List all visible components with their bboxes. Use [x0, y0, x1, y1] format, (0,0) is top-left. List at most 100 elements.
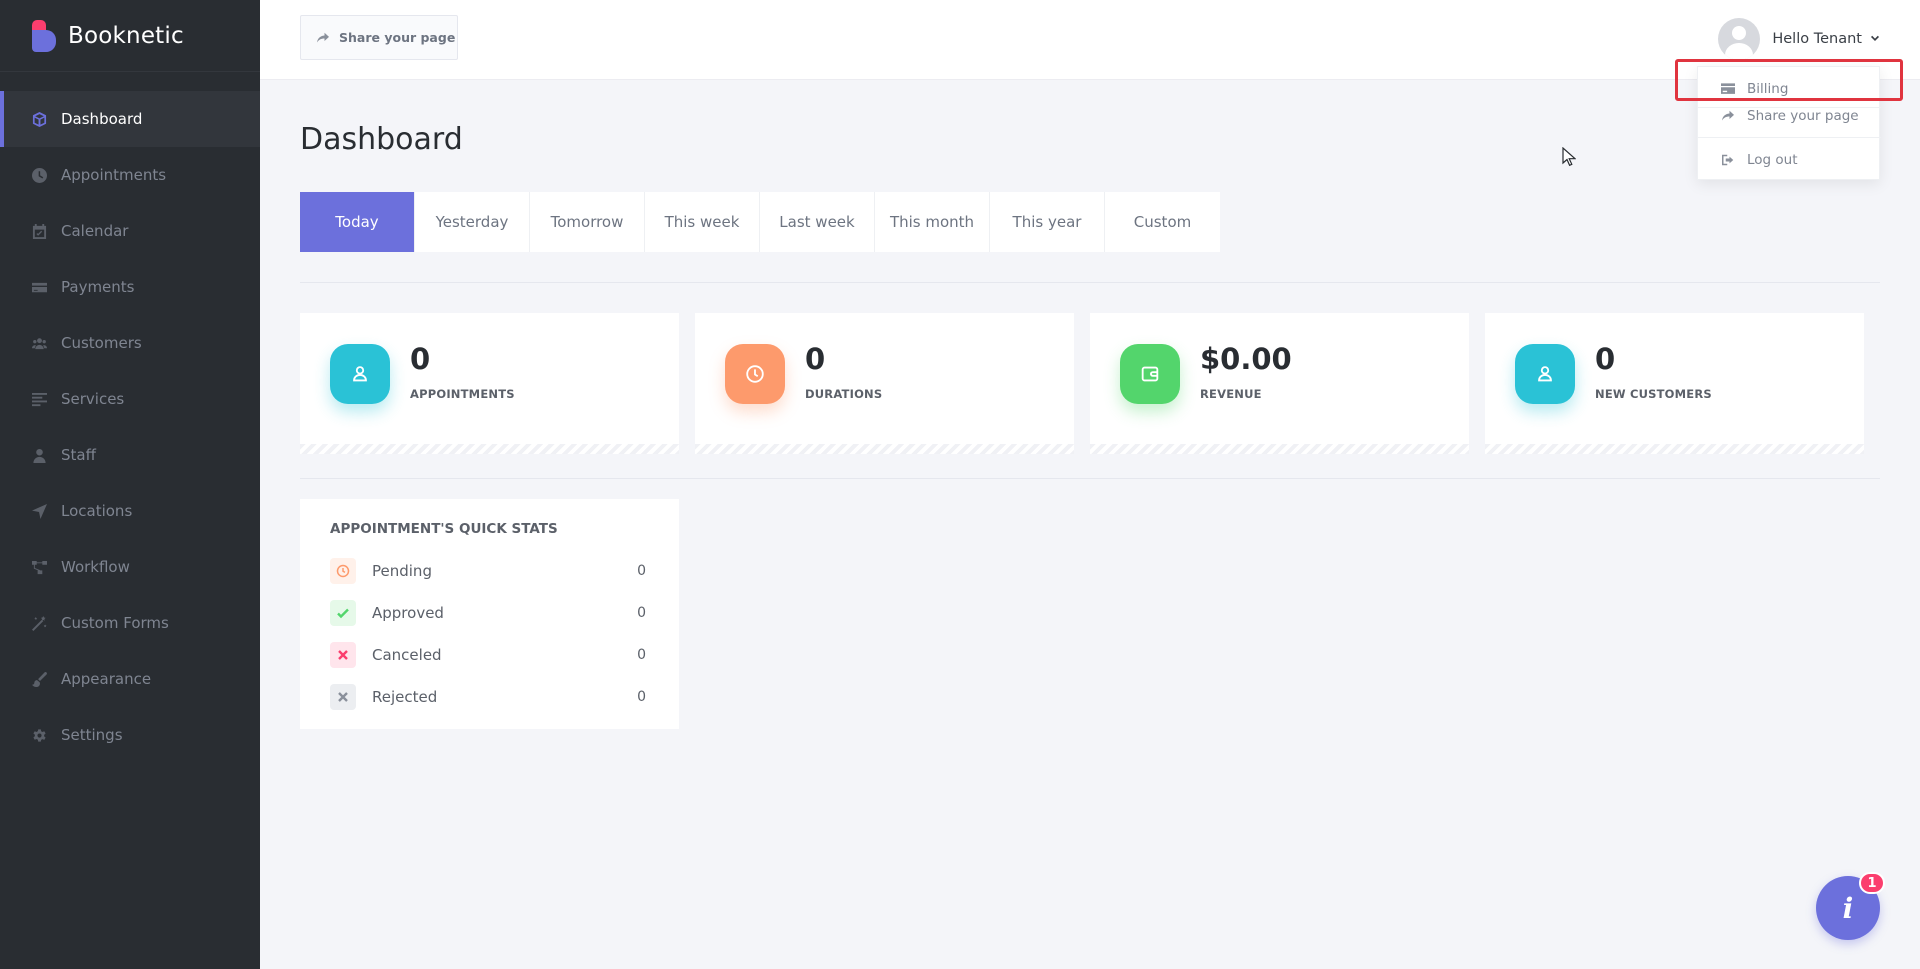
users-icon [31, 335, 47, 351]
notification-badge: 1 [1859, 872, 1885, 894]
sidebar-item-dashboard[interactable]: Dashboard [0, 91, 260, 147]
topbar: Share your page Hello Tenant [260, 0, 1920, 80]
menu-item-label: Share your page [1747, 108, 1859, 124]
menu-divider [1698, 137, 1881, 138]
tab-today[interactable]: Today [300, 192, 415, 252]
user-greeting: Hello Tenant [1772, 31, 1862, 47]
quick-stat-count: 0 [637, 563, 646, 579]
quick-stats-title: APPOINTMENT'S QUICK STATS [330, 521, 558, 537]
gear-icon [31, 727, 47, 743]
quick-stat-pending: Pending 0 [330, 558, 646, 584]
tab-this-week[interactable]: This week [645, 192, 760, 252]
stat-label: NEW CUSTOMERS [1595, 387, 1712, 401]
magic-wand-icon [31, 615, 47, 631]
sidebar-item-label: Services [61, 390, 125, 408]
share-icon [317, 32, 329, 42]
quick-stat-rejected: Rejected 0 [330, 684, 646, 710]
sidebar-item-label: Dashboard [61, 110, 143, 128]
quick-stat-label: Pending [372, 562, 432, 580]
stat-value: 0 [410, 342, 431, 376]
quick-stat-count: 0 [637, 605, 646, 621]
stat-card-revenue: $0.00 REVENUE [1090, 313, 1469, 454]
quick-stat-label: Approved [372, 604, 444, 622]
sidebar: Booknetic Dashboard Appointments Calenda… [0, 0, 260, 969]
location-arrow-icon [31, 503, 47, 519]
quick-stat-count: 0 [637, 647, 646, 663]
credit-card-icon [31, 279, 47, 295]
tab-last-week[interactable]: Last week [760, 192, 875, 252]
sidebar-item-settings[interactable]: Settings [0, 707, 260, 763]
stat-label: DURATIONS [805, 387, 883, 401]
sidebar-nav: Dashboard Appointments Calendar Payments… [0, 91, 260, 763]
close-icon [330, 642, 356, 668]
menu-item-log-out[interactable]: Log out [1698, 146, 1881, 174]
menu-item-label: Billing [1747, 81, 1789, 97]
clock-icon [330, 558, 356, 584]
quick-stats-panel: APPOINTMENT'S QUICK STATS Pending 0 Appr… [300, 499, 679, 729]
sidebar-item-appointments[interactable]: Appointments [0, 147, 260, 203]
brand-name: Booknetic [68, 22, 184, 49]
stat-card-durations: 0 DURATIONS [695, 313, 1074, 454]
stat-value: 0 [805, 342, 826, 376]
sidebar-item-payments[interactable]: Payments [0, 259, 260, 315]
share-page-label: Share your page [339, 30, 456, 45]
booknetic-logo-icon [30, 19, 56, 52]
tab-yesterday[interactable]: Yesterday [415, 192, 530, 252]
sidebar-item-label: Custom Forms [61, 614, 169, 632]
stat-label: APPOINTMENTS [410, 387, 515, 401]
sidebar-item-staff[interactable]: Staff [0, 427, 260, 483]
sidebar-item-label: Appearance [61, 670, 152, 688]
sidebar-item-custom-forms[interactable]: Custom Forms [0, 595, 260, 651]
stat-label: REVENUE [1200, 387, 1262, 401]
tab-tomorrow[interactable]: Tomorrow [530, 192, 645, 252]
sidebar-item-appearance[interactable]: Appearance [0, 651, 260, 707]
quick-stat-canceled: Canceled 0 [330, 642, 646, 668]
sidebar-item-customers[interactable]: Customers [0, 315, 260, 371]
menu-item-billing[interactable]: Billing [1698, 75, 1881, 103]
stat-value: 0 [1595, 342, 1616, 376]
sidebar-item-label: Calendar [61, 222, 129, 240]
chevron-down-icon [1871, 35, 1879, 41]
mouse-cursor-icon [1562, 147, 1576, 167]
credit-card-icon [1721, 83, 1735, 94]
sidebar-item-label: Settings [61, 726, 123, 744]
sidebar-item-label: Appointments [61, 166, 167, 184]
page-title: Dashboard [300, 122, 463, 157]
quick-stat-label: Canceled [372, 646, 442, 664]
menu-item-label: Log out [1747, 152, 1798, 168]
user-dropdown-menu: Billing Share your page Log out [1697, 66, 1881, 180]
tab-this-month[interactable]: This month [875, 192, 990, 252]
cube-icon [31, 111, 47, 127]
check-icon [330, 600, 356, 626]
sidebar-item-label: Locations [61, 502, 133, 520]
sidebar-item-label: Staff [61, 446, 96, 464]
sidebar-item-services[interactable]: Services [0, 371, 260, 427]
tab-custom[interactable]: Custom [1105, 192, 1220, 252]
stat-card-new-customers: 0 NEW CUSTOMERS [1485, 313, 1864, 454]
quick-stat-count: 0 [637, 689, 646, 705]
quick-stat-label: Rejected [372, 688, 438, 706]
list-icon [31, 391, 47, 407]
avatar [1718, 18, 1761, 60]
sidebar-item-calendar[interactable]: Calendar [0, 203, 260, 259]
user-icon [31, 447, 47, 463]
user-icon [330, 344, 390, 404]
sidebar-item-locations[interactable]: Locations [0, 483, 260, 539]
brand[interactable]: Booknetic [0, 0, 260, 72]
tab-this-year[interactable]: This year [990, 192, 1105, 252]
user-menu-toggle[interactable]: Hello Tenant [1718, 18, 1880, 60]
stat-card-appointments: 0 APPOINTMENTS [300, 313, 679, 454]
menu-item-share-page[interactable]: Share your page [1698, 102, 1881, 130]
user-icon [1515, 344, 1575, 404]
stat-cards: 0 APPOINTMENTS 0 DURATIONS $0.00 REVENUE… [300, 313, 1880, 454]
sidebar-item-workflow[interactable]: Workflow [0, 539, 260, 595]
workflow-icon [31, 559, 47, 575]
share-page-button[interactable]: Share your page [300, 15, 458, 60]
divider [300, 282, 1880, 283]
share-icon [1722, 110, 1734, 121]
wallet-icon [1120, 344, 1180, 404]
clock-icon [31, 167, 47, 183]
brush-icon [31, 671, 47, 687]
close-icon [330, 684, 356, 710]
date-filter-tabs: Today Yesterday Tomorrow This week Last … [300, 192, 1220, 252]
